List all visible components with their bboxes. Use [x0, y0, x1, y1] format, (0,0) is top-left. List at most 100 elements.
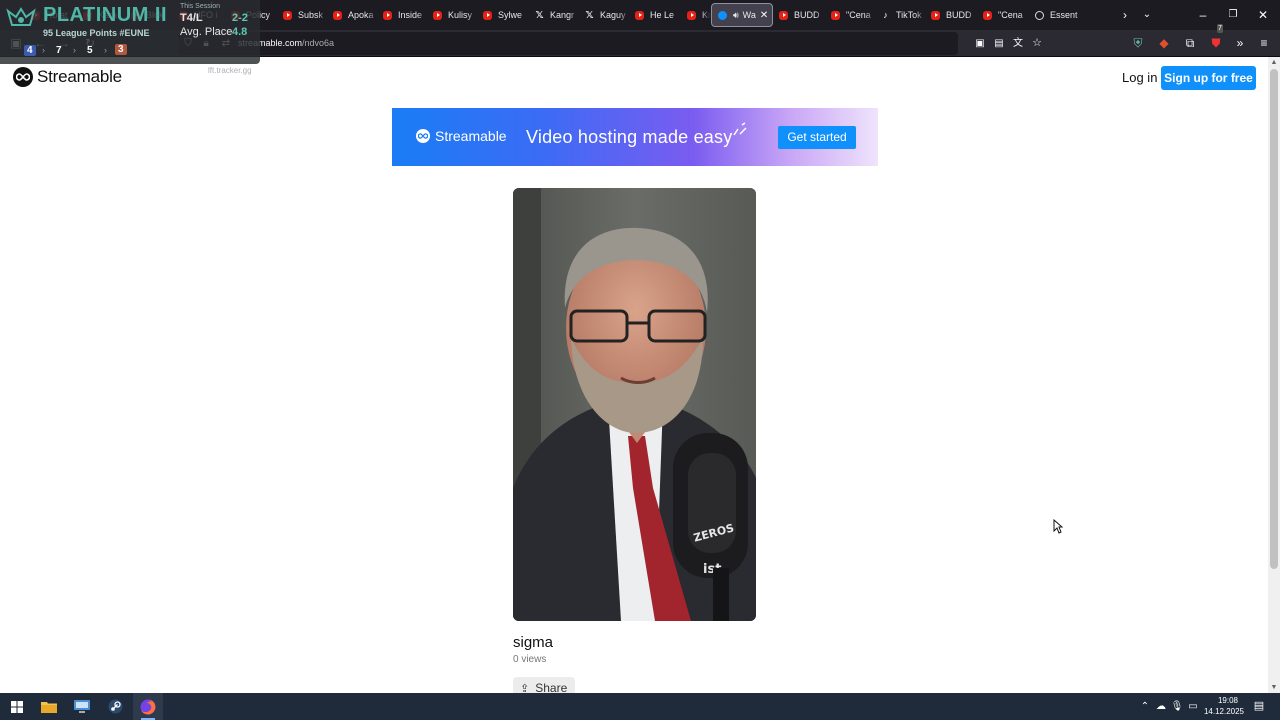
- display-app-icon[interactable]: [67, 693, 97, 720]
- url-bar[interactable]: ⛉ 🔒︎ ⇄ streamable.com/ndvo6a ▣ ▤ 文 ☆: [178, 32, 1042, 55]
- chevron-right-icon: ›: [42, 45, 45, 55]
- translate-icon[interactable]: 文: [1008, 32, 1028, 55]
- session-label: This Session: [180, 3, 221, 10]
- session-record: 2-2: [232, 12, 248, 24]
- browser-tab[interactable]: BUDD: [925, 3, 977, 27]
- platinum-emblem-icon: [6, 7, 36, 26]
- tab-close-icon[interactable]: ✕: [760, 10, 768, 21]
- tab-fade: [267, 3, 277, 27]
- tab-fade: [915, 3, 925, 27]
- reader-view-icon[interactable]: ▤: [989, 32, 1009, 55]
- youtube-icon: [779, 10, 788, 20]
- browser-tab[interactable]: 🔊︎ Wa ✕: [711, 3, 773, 27]
- scroll-thumb[interactable]: [1270, 69, 1278, 569]
- scroll-up-icon[interactable]: ▲: [1268, 59, 1280, 66]
- onedrive-icon[interactable]: ☁: [1154, 693, 1168, 720]
- x-icon: 𝕏: [535, 9, 544, 21]
- vpn-shield-icon[interactable]: ⛨: [1128, 30, 1148, 57]
- browser-tab[interactable]: "Cena: [977, 3, 1029, 27]
- extension-badge: 7: [1217, 24, 1223, 33]
- extension-fox-icon[interactable]: ◆: [1154, 30, 1174, 57]
- youtube-icon: [333, 10, 342, 20]
- video-player[interactable]: ZEROS ist: [513, 188, 756, 621]
- share-icon: ⇪: [520, 682, 530, 694]
- close-window-icon[interactable]: ✕: [1250, 0, 1276, 30]
- ublock-icon[interactable]: ⛊ 7: [1206, 24, 1226, 57]
- browser-tab[interactable]: Apoka: [327, 3, 377, 27]
- tab-fade: [671, 3, 681, 27]
- scroll-down-icon[interactable]: ▼: [1268, 684, 1280, 691]
- site-logo-text: Streamable: [37, 67, 122, 86]
- browser-tab[interactable]: He Le: [629, 3, 681, 27]
- browser-tab[interactable]: Inside: [377, 3, 427, 27]
- rank-label: PLATINUM II: [43, 4, 168, 26]
- get-started-button[interactable]: Get started: [778, 126, 856, 149]
- banner-logo-text: Streamable: [435, 128, 507, 144]
- tab-fade: [519, 3, 529, 27]
- browser-tab[interactable]: Sylwe: [477, 3, 529, 27]
- tab-label: Essent: [1050, 10, 1078, 20]
- sparkle-icon: [733, 122, 747, 136]
- browser-tab[interactable]: ♪ TikTok: [875, 3, 925, 27]
- firefox-icon[interactable]: [133, 693, 163, 720]
- overflow-menu-icon[interactable]: »: [1230, 30, 1250, 57]
- youtube-icon: [635, 10, 644, 20]
- video-views: 0 views: [513, 654, 547, 665]
- rank-tracker-overlay: PLATINUM II 95 League Points #EUNE 4 › 7…: [0, 0, 260, 64]
- extensions-icon[interactable]: ⧉: [1180, 30, 1200, 57]
- minimize-icon[interactable]: –: [1190, 0, 1216, 30]
- tab-fade: [815, 3, 825, 27]
- clock-time[interactable]: 19:08: [1212, 696, 1244, 705]
- share-button[interactable]: ⇪ Share: [513, 677, 575, 693]
- browser-tab[interactable]: "Cena: [825, 3, 875, 27]
- browser-tab[interactable]: Kulisy: [427, 3, 477, 27]
- youtube-icon: [983, 10, 992, 20]
- hamburger-menu-icon[interactable]: ≡: [1254, 30, 1274, 57]
- tab-fade: [1075, 3, 1085, 27]
- video-title: sigma: [513, 634, 554, 651]
- tab-fade: [619, 3, 629, 27]
- browser-tab[interactable]: Krótk: [681, 3, 711, 27]
- login-link[interactable]: Log in: [1122, 70, 1157, 85]
- youtube-icon: [831, 10, 840, 20]
- windows-taskbar: ⌃ ☁ 🎙︎ ▭ 19:08 14.12.2025 ▤: [0, 693, 1280, 720]
- browser-tab[interactable]: 𝕏 Kangr: [529, 3, 579, 27]
- browser-tab[interactable]: Subsk: [277, 3, 327, 27]
- steam-icon[interactable]: [100, 693, 130, 720]
- list-all-tabs-icon[interactable]: ⌄: [1138, 0, 1156, 30]
- promo-banner[interactable]: Streamable Video hosting made easy Get s…: [392, 108, 878, 166]
- tab-fade: [865, 3, 875, 27]
- url-path: /ndvo6a: [302, 38, 335, 48]
- recent-place: 3: [115, 44, 127, 55]
- tray-overflow-icon[interactable]: ⌃: [1138, 693, 1152, 720]
- signup-button[interactable]: Sign up for free: [1161, 66, 1256, 90]
- recent-place: 4: [24, 45, 36, 56]
- youtube-icon: [283, 10, 292, 20]
- chevron-right-icon: ›: [104, 45, 107, 55]
- page-scrollbar[interactable]: ▲ ▼: [1268, 57, 1280, 693]
- bookmark-star-icon[interactable]: ☆: [1027, 32, 1047, 55]
- banner-tagline: Video hosting made easy: [526, 127, 733, 147]
- speaker-icon[interactable]: 🔊︎: [733, 10, 739, 21]
- avg-place-label: Avg. Place: [180, 26, 233, 38]
- clock-date[interactable]: 14.12.2025: [1202, 707, 1246, 716]
- tab-fade: [967, 3, 977, 27]
- browser-tab[interactable]: Essent: [1029, 3, 1085, 27]
- browser-tab[interactable]: BUDD: [773, 3, 825, 27]
- site-logo[interactable]: Streamable: [13, 67, 122, 87]
- windows-start-icon[interactable]: [2, 693, 32, 720]
- chevron-right-icon: ›: [73, 45, 76, 55]
- network-icon[interactable]: ▭: [1186, 693, 1200, 720]
- microphone-icon[interactable]: 🎙︎: [1170, 693, 1184, 720]
- browser-tab[interactable]: 𝕏 Kaguy: [579, 3, 629, 27]
- youtube-icon: [931, 10, 940, 20]
- restore-icon[interactable]: ❐: [1220, 0, 1246, 30]
- picture-in-picture-icon[interactable]: ▣: [970, 32, 990, 55]
- file-explorer-icon[interactable]: [34, 693, 64, 720]
- youtube-icon: [483, 10, 492, 20]
- notifications-icon[interactable]: ▤: [1252, 693, 1266, 720]
- youtube-icon: [383, 10, 392, 20]
- streamable-page: Streamable Log in Sign up for free Strea…: [0, 57, 1268, 693]
- chevron-right-icon[interactable]: ›: [1116, 0, 1134, 30]
- banner-logo: Streamable: [416, 128, 507, 144]
